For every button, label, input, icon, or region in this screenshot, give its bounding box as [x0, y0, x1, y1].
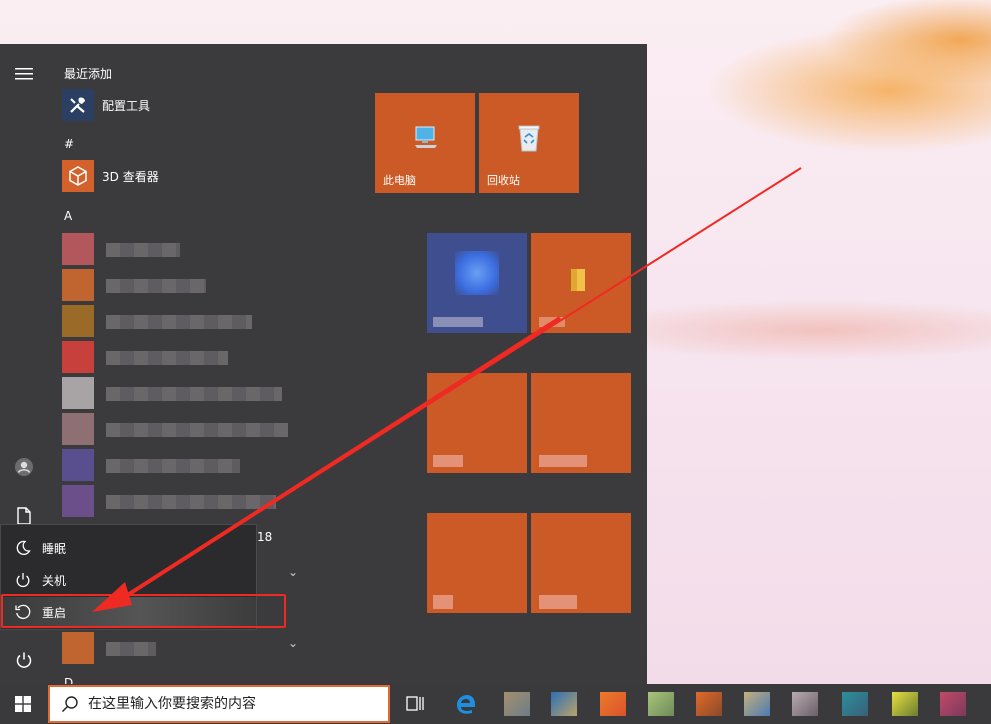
search-icon: [60, 694, 80, 714]
taskbar-search-box[interactable]: [48, 685, 390, 723]
annotation-arrow: [92, 167, 802, 612]
edge-browser-icon[interactable]: [453, 692, 479, 716]
taskbar: [0, 684, 991, 724]
annotation-arrow-shaft: [113, 316, 562, 605]
annotation-arrow-head: [92, 582, 132, 612]
obscured-taskbar-app-icon[interactable]: [504, 692, 530, 716]
task-view-icon[interactable]: [402, 692, 428, 716]
windows-icon: [15, 696, 31, 712]
start-button[interactable]: [0, 684, 46, 724]
obscured-taskbar-app-icon[interactable]: [792, 692, 818, 716]
obscured-taskbar-app-icon[interactable]: [551, 692, 577, 716]
obscured-taskbar-app-icon[interactable]: [696, 692, 722, 716]
obscured-taskbar-app-icon[interactable]: [940, 692, 966, 716]
obscured-taskbar-app-icon[interactable]: [600, 692, 626, 716]
obscured-taskbar-app-icon[interactable]: [744, 692, 770, 716]
obscured-taskbar-app-icon[interactable]: [648, 692, 674, 716]
obscured-taskbar-app-icon[interactable]: [892, 692, 918, 716]
search-input[interactable]: [88, 696, 368, 712]
obscured-taskbar-app-icon[interactable]: [842, 692, 868, 716]
